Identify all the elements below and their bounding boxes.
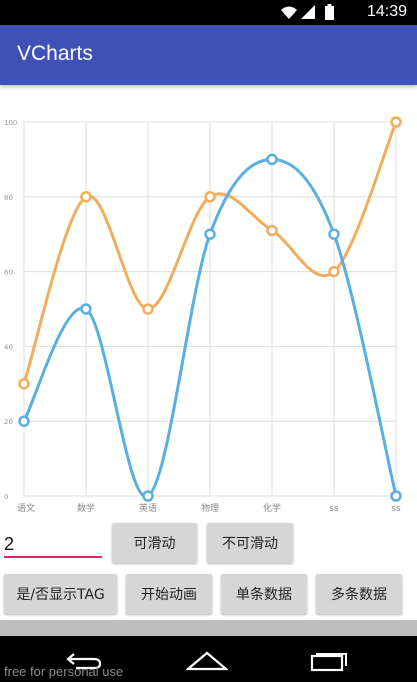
x-tick-label: 英语 [139,502,157,514]
y-tick-label: 0 [4,493,8,501]
data-point [204,191,216,203]
multi-data-button[interactable]: 多条数据 [316,574,402,614]
value-input[interactable] [4,532,102,558]
data-point [328,228,340,240]
data-point [390,490,402,502]
home-icon[interactable] [186,650,228,672]
y-tick-label: 60 [4,269,13,277]
scrollable-button[interactable]: 可滑动 [112,523,197,563]
toggle-tag-button[interactable]: 是/否显示TAG [4,574,117,614]
y-tick-label: 100 [4,119,17,127]
data-point [142,303,154,315]
app-title: VCharts [17,42,93,65]
wifi-icon [281,6,297,19]
line-chart[interactable]: 0 20 40 60 80 100 语文 数学 英语 物理 化学 ss ss [0,110,417,522]
data-point [204,228,216,240]
data-point [18,378,30,390]
signal-icon [301,5,315,19]
data-point [142,490,154,502]
chart-svg: 0 20 40 60 80 100 语文 数学 英语 物理 化学 ss ss [4,116,402,514]
data-point [18,415,30,427]
x-tick-label: 物理 [201,502,219,514]
action-buttons-row: 是/否显示TAG 开始动画 单条数据 多条数据 [0,570,417,620]
y-tick-label: 40 [4,343,13,351]
x-tick-label: ss [329,504,339,514]
x-tick-label: 语文 [17,502,35,514]
x-tick-label: 数学 [77,502,95,514]
data-point [266,224,278,237]
not-scrollable-button[interactable]: 不可滑动 [207,523,293,563]
data-point [328,265,340,278]
x-tick-label: 化学 [263,502,281,514]
watermark-text: free for personal use [4,664,124,679]
y-tick-label: 20 [4,418,13,426]
wifi-signal-battery-icons [281,4,334,20]
y-tick-label: 80 [4,194,13,202]
bottom-divider [0,620,417,636]
status-bar: 14:39 [0,0,417,25]
controls-row: 可滑动 不可滑动 [0,522,417,570]
data-point [266,153,278,166]
single-data-button[interactable]: 单条数据 [221,574,307,614]
data-point [80,191,92,203]
data-point [80,303,92,315]
start-animation-button[interactable]: 开始动画 [126,574,212,614]
battery-icon [325,6,334,20]
x-tick-label: ss [391,504,401,514]
status-time: 14:39 [366,3,407,20]
app-bar: VCharts [0,25,417,85]
data-point [390,116,402,128]
recents-icon[interactable] [310,653,350,673]
